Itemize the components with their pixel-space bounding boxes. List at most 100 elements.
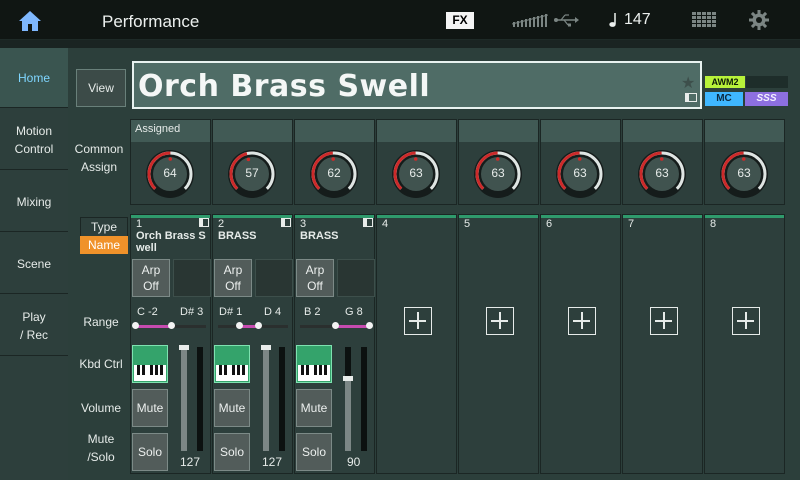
sidebar-item-play-rec[interactable]: Play / Rec (0, 296, 68, 356)
assign-knob-8[interactable]: 63 (719, 149, 769, 199)
mute-solo-label: Mute /Solo (87, 432, 115, 464)
mute-button-part-3[interactable]: Mute (296, 389, 332, 427)
volume-value-part-3: 90 (347, 455, 361, 469)
gear-icon[interactable] (749, 10, 769, 30)
volume-fader-fill-part-1 (181, 348, 187, 451)
top-accent-line (0, 40, 800, 48)
performance-name: Orch Brass Swell (138, 69, 431, 104)
range-low-handle-part-3[interactable] (332, 322, 339, 329)
tempo-value[interactable]: 147 (624, 11, 651, 29)
assign-knob-value-5: 63 (491, 166, 505, 180)
awm2-indicator (746, 76, 788, 88)
sidebar-item-motion-control[interactable]: Motion Control (0, 110, 68, 170)
volume-value-part-2: 127 (262, 455, 283, 469)
part-column-7[interactable]: 7 (622, 214, 703, 474)
level-meter-part-1 (197, 347, 203, 451)
assign-knob-value-2: 57 (245, 166, 259, 180)
volume-fader-fill-part-2 (263, 348, 269, 451)
grid-icon[interactable] (692, 12, 716, 28)
midi-meter-icon (511, 12, 549, 28)
type-label[interactable]: Type (80, 217, 128, 237)
add-part-button[interactable] (732, 307, 760, 335)
category-icon (685, 93, 697, 102)
sidebar-item-mixing[interactable]: Mixing (0, 172, 68, 232)
tempo-note-icon (608, 12, 616, 28)
volume-label: Volume (80, 401, 122, 415)
assign-knob-4[interactable]: 63 (391, 149, 441, 199)
arp-toggle-part-1[interactable]: Arp Off (132, 259, 170, 297)
assign-knob-value-7: 63 (655, 166, 669, 180)
assign-knob-value-8: 63 (737, 166, 751, 180)
range-low-part-2[interactable]: D# 1 (219, 306, 242, 318)
assign-knob-6[interactable]: 63 (555, 149, 605, 199)
range-low-handle-part-2[interactable] (236, 322, 243, 329)
arp-toggle-part-3[interactable]: Arp Off (296, 259, 334, 297)
awm2-badge: AWM2 (705, 76, 745, 88)
volume-fader-knob-part-2[interactable] (261, 345, 271, 350)
range-low-part-1[interactable]: C -2 (137, 306, 158, 318)
add-part-button[interactable] (404, 307, 432, 335)
arp-indicator-part-3 (337, 259, 375, 297)
assign-knob-value-3: 62 (327, 166, 341, 180)
level-meter-part-2 (279, 347, 285, 451)
solo-button-part-3[interactable]: Solo (296, 433, 332, 471)
range-high-part-3[interactable]: G 8 (345, 306, 363, 318)
mute-button-part-1[interactable]: Mute (132, 389, 168, 427)
part-mode-icon (281, 218, 291, 227)
usb-icon (553, 13, 579, 27)
solo-button-part-1[interactable]: Solo (132, 433, 168, 471)
add-part-button[interactable] (568, 307, 596, 335)
range-high-handle-part-3[interactable] (366, 322, 373, 329)
common-assign-label: Common Assign (74, 142, 124, 174)
part-mode-icon (363, 218, 373, 227)
volume-fader-knob-part-1[interactable] (179, 345, 189, 350)
sidebar-item-home[interactable]: Home (0, 48, 68, 108)
part-name: BRASS (218, 230, 257, 242)
volume-value-part-1: 127 (180, 455, 201, 469)
part-column-6[interactable]: 6 (540, 214, 621, 474)
assign-knob-7[interactable]: 63 (637, 149, 687, 199)
range-high-handle-part-1[interactable] (168, 322, 175, 329)
level-meter-part-3 (361, 347, 367, 451)
add-part-button[interactable] (486, 307, 514, 335)
sidebar: Home Motion Control Mixing Scene Play / … (0, 48, 68, 480)
part-name: Orch Brass S well (136, 230, 206, 254)
range-low-part-3[interactable]: B 2 (304, 306, 321, 318)
kbd-ctrl-label: Kbd Ctrl (79, 357, 123, 371)
kbd-ctrl-toggle-part-1[interactable] (132, 345, 168, 383)
range-low-handle-part-1[interactable] (132, 322, 139, 329)
favorite-star-icon[interactable]: ★ (681, 73, 695, 93)
view-button[interactable]: View (76, 69, 126, 107)
range-fill-part-1 (136, 325, 171, 328)
assign-knob-5[interactable]: 63 (473, 149, 523, 199)
kbd-ctrl-toggle-part-3[interactable] (296, 345, 332, 383)
volume-fader-knob-part-3[interactable] (343, 376, 353, 381)
assign-knob-2[interactable]: 57 (227, 149, 277, 199)
assign-knob-value-6: 63 (573, 166, 587, 180)
assign-knob-3[interactable]: 62 (309, 149, 359, 199)
fx-badge[interactable]: FX (446, 12, 474, 29)
part-column-5[interactable]: 5 (458, 214, 539, 474)
performance-name-field[interactable]: Orch Brass Swell ★ (132, 61, 702, 109)
volume-fader-fill-part-3 (345, 378, 351, 451)
range-fill-part-3 (336, 325, 368, 328)
kbd-ctrl-toggle-part-2[interactable] (214, 345, 250, 383)
sidebar-item-scene[interactable]: Scene (0, 234, 68, 294)
part-name: BRASS (300, 230, 339, 242)
mute-button-part-2[interactable]: Mute (214, 389, 250, 427)
arp-indicator-part-1 (173, 259, 211, 297)
add-part-button[interactable] (650, 307, 678, 335)
part-column-4[interactable]: 4 (376, 214, 457, 474)
range-label: Range (83, 315, 119, 329)
range-high-part-1[interactable]: D# 3 (180, 306, 203, 318)
name-tab[interactable]: Name (80, 236, 128, 254)
screen-title: Performance (102, 12, 200, 31)
assign-knob-1[interactable]: 64 (145, 149, 195, 199)
home-icon[interactable] (10, 6, 50, 36)
range-high-handle-part-2[interactable] (255, 322, 262, 329)
arp-toggle-part-2[interactable]: Arp Off (214, 259, 252, 297)
part-column-8[interactable]: 8 (704, 214, 785, 474)
assigned-label: Assigned (135, 123, 181, 135)
solo-button-part-2[interactable]: Solo (214, 433, 250, 471)
range-high-part-2[interactable]: D 4 (264, 306, 281, 318)
